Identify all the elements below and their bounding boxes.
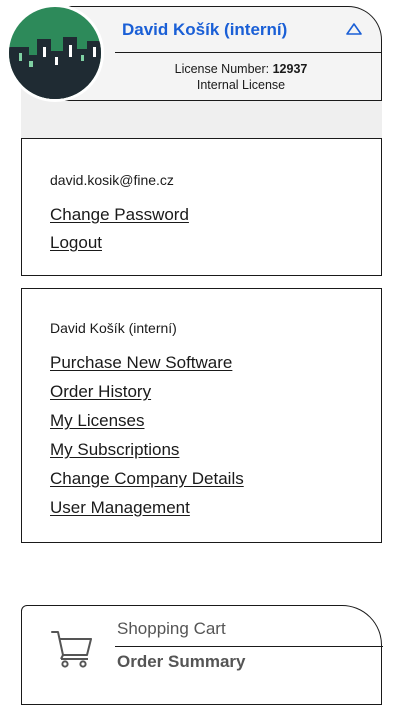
license-number-value: 12937 xyxy=(272,62,308,76)
license-number: License Number: 12937 xyxy=(100,62,382,76)
account-email: david.kosik@fine.cz xyxy=(50,172,174,188)
account-box: david.kosik@fine.cz Change Password Logo… xyxy=(21,138,382,276)
shopping-cart-title[interactable]: Shopping Cart xyxy=(117,619,226,639)
order-history-link[interactable]: Order History xyxy=(50,382,151,402)
avatar[interactable] xyxy=(6,4,104,102)
logout-link[interactable]: Logout xyxy=(50,233,102,253)
cart-divider xyxy=(115,646,383,647)
license-number-label: License Number: xyxy=(174,62,270,76)
menu-heading: David Košík (interní) xyxy=(50,320,177,336)
my-subscriptions-link[interactable]: My Subscriptions xyxy=(50,440,179,460)
city-skyline-icon xyxy=(9,7,101,99)
user-management-link[interactable]: User Management xyxy=(50,498,190,518)
license-type: Internal License xyxy=(196,78,286,92)
my-licenses-link[interactable]: My Licenses xyxy=(50,411,144,431)
shopping-cart-icon[interactable] xyxy=(50,628,94,668)
purchase-new-software-link[interactable]: Purchase New Software xyxy=(50,353,232,373)
caret-up-icon[interactable] xyxy=(346,22,362,36)
change-password-link[interactable]: Change Password xyxy=(50,205,189,225)
account-menu-box: David Košík (interní) Purchase New Softw… xyxy=(21,288,382,543)
user-name[interactable]: David Košík (interní) xyxy=(122,20,287,40)
header-divider xyxy=(115,52,382,53)
change-company-details-link[interactable]: Change Company Details xyxy=(50,469,244,489)
order-summary-label[interactable]: Order Summary xyxy=(117,652,246,672)
